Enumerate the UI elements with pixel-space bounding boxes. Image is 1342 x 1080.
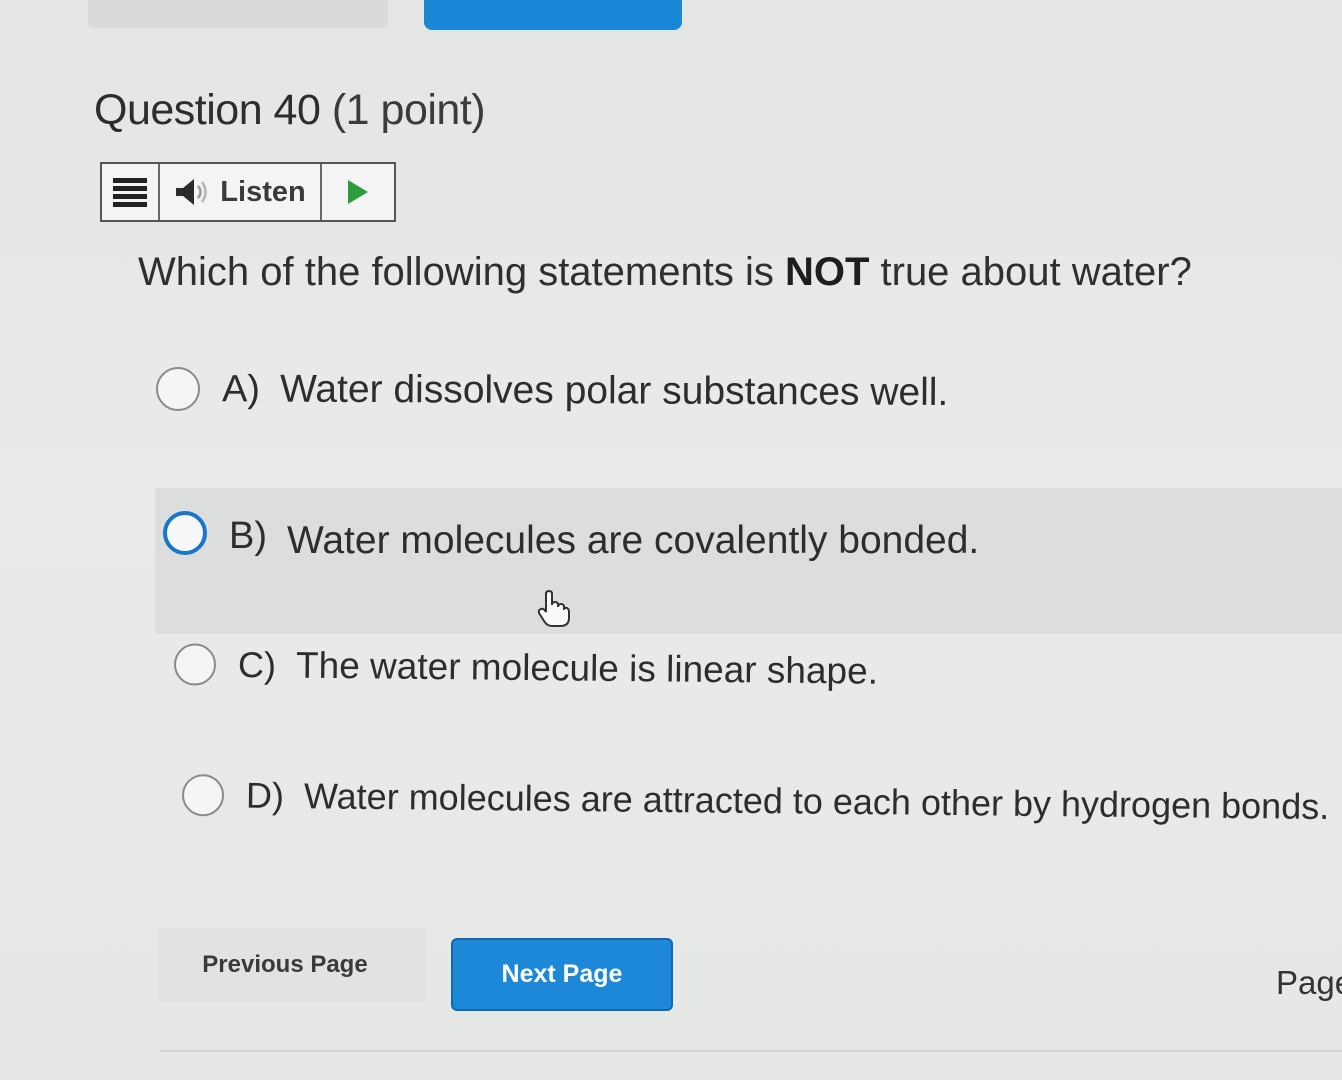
radio-b[interactable]	[163, 511, 207, 555]
question-title: Question 40 (1 point)	[94, 86, 486, 135]
top-blue-button[interactable]	[424, 0, 682, 30]
hamburger-menu-icon	[113, 178, 147, 207]
speaker-icon	[176, 179, 208, 205]
option-text: Water molecules are attracted to each ot…	[303, 775, 1330, 828]
question-number: Question 40	[94, 86, 321, 134]
option-letter: A)	[221, 367, 261, 410]
prompt-text-end: true about water?	[869, 250, 1192, 294]
top-tab-left	[88, 0, 388, 28]
answer-option-d[interactable]: D) Water molecules are attracted to each…	[181, 770, 1330, 832]
radio-c[interactable]	[173, 643, 217, 686]
radio-d[interactable]	[181, 773, 225, 817]
question-points: (1 point)	[331, 86, 486, 134]
option-text: Water molecules are covalently bonded.	[287, 519, 980, 562]
listen-label: Listen	[220, 175, 306, 208]
divider	[160, 1050, 1342, 1052]
page-indicator: Page	[1276, 964, 1342, 1001]
option-letter: B)	[229, 514, 267, 557]
question-prompt: Which of the following statements is NOT…	[138, 250, 1192, 295]
option-letter: D)	[245, 774, 285, 817]
listen-button[interactable]: Listen	[160, 164, 322, 220]
prompt-text: Which of the following statements is	[138, 250, 785, 294]
toolbar-menu-button[interactable]	[102, 164, 160, 220]
prompt-emphasis: NOT	[784, 250, 870, 294]
play-icon	[348, 180, 368, 204]
option-text: The water molecule is linear shape.	[295, 644, 879, 692]
previous-page-button[interactable]: Previous Page	[158, 928, 426, 1002]
radio-a[interactable]	[155, 366, 201, 412]
answer-option-a[interactable]: A) Water dissolves polar substances well…	[155, 364, 949, 418]
hand-cursor-icon	[537, 590, 570, 627]
option-text: Water dissolves polar substances well.	[279, 367, 949, 415]
read-aloud-toolbar: Listen	[100, 162, 396, 222]
answer-option-b[interactable]: B) Water molecules are covalently bonded…	[155, 488, 1342, 634]
answer-option-c[interactable]: C) The water molecule is linear shape.	[173, 639, 879, 696]
option-letter: C)	[237, 643, 277, 686]
play-button[interactable]	[322, 164, 394, 220]
next-page-button[interactable]: Next Page	[451, 938, 673, 1011]
